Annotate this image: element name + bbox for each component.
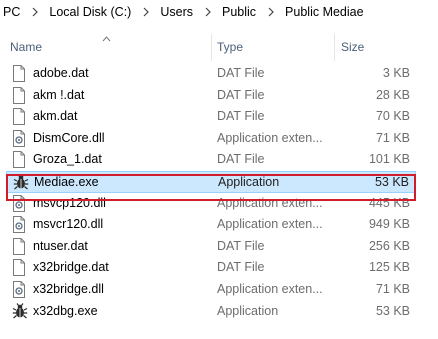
breadcrumb-item-public[interactable]: Public [222,5,256,19]
file-size: 101 KB [368,152,410,167]
file-size: 70 KB [375,109,410,124]
sort-ascending-icon [102,31,111,45]
column-headers: Name Type Size [0,31,438,61]
bug-app-icon [12,302,28,321]
file-type: DAT File [217,66,265,80]
column-header-size[interactable]: Size [341,40,364,54]
file-type: DAT File [217,238,265,253]
breadcrumb-item-pc[interactable]: PC [3,5,20,19]
chevron-right-icon[interactable] [268,7,274,17]
file-name[interactable]: akm !.dat [33,88,84,102]
file-type: Application [217,303,279,318]
file-size: 949 KB [368,217,410,232]
file-name[interactable]: x32bridge.dll [33,282,104,296]
file-icon [12,108,28,126]
file-row[interactable]: adobe.dat DAT File 3 KB [6,63,416,85]
file-icon [12,259,28,277]
column-header-type[interactable]: Type [217,40,243,54]
file-size: 125 KB [368,260,410,275]
file-name[interactable]: ntuser.dat [33,239,88,253]
chevron-right-icon[interactable] [143,7,150,17]
breadcrumb: PC Local Disk (C:) Users Public Public M… [0,0,438,24]
file-size: 71 KB [375,130,410,145]
dll-icon [12,281,28,299]
file-size: 256 KB [368,238,410,253]
file-name[interactable]: msvcr120.dll [33,217,103,231]
file-row[interactable]: Groza_1.dat DAT File 101 KB [6,149,416,171]
file-row[interactable]: x32bridge.dat DAT File 125 KB [6,257,416,279]
file-row[interactable]: msvcr120.dll Application exten... 949 KB [6,214,416,236]
chevron-right-icon[interactable] [205,7,211,17]
chevron-right-icon[interactable] [32,7,39,17]
dll-icon [12,216,28,234]
breadcrumb-item-public-mediae[interactable]: Public Mediae [285,5,364,19]
file-size: 28 KB [375,87,410,102]
file-type: DAT File [217,109,265,124]
file-type: DAT File [217,260,265,275]
file-size: 53 KB [375,303,410,318]
column-header-name[interactable]: Name [10,40,42,54]
file-row[interactable]: x32dbg.exe Application 53 KB [6,301,416,323]
annotation-highlight-box [6,174,416,201]
file-name[interactable]: akm.dat [33,109,77,123]
breadcrumb-item-users[interactable]: Users [160,5,193,19]
file-type: Application exten... [217,130,323,145]
column-divider[interactable] [334,34,335,61]
file-name[interactable]: x32dbg.exe [33,304,98,318]
file-size: 3 KB [382,66,410,80]
breadcrumb-item-local-disk[interactable]: Local Disk (C:) [49,5,131,19]
file-icon [12,65,28,83]
file-name[interactable]: adobe.dat [33,66,89,80]
file-name[interactable]: Groza_1.dat [33,152,102,166]
file-row[interactable]: x32bridge.dll Application exten... 71 KB [6,279,416,301]
file-icon [12,151,28,169]
file-row[interactable]: akm !.dat DAT File 28 KB [6,85,416,107]
file-name[interactable]: x32bridge.dat [33,260,109,274]
file-row[interactable]: ntuser.dat DAT File 256 KB [6,236,416,258]
file-type: DAT File [217,152,265,167]
file-row[interactable]: akm.dat DAT File 70 KB [6,106,416,128]
file-type: Application exten... [217,217,323,232]
file-icon [12,237,28,256]
file-icon [12,86,28,105]
file-row[interactable]: DismCore.dll Application exten... 71 KB [6,128,416,150]
file-type: DAT File [217,87,265,102]
file-size: 71 KB [375,282,410,296]
file-type: Application exten... [217,282,323,296]
dll-icon [12,129,28,148]
file-name[interactable]: DismCore.dll [33,131,105,145]
column-divider[interactable] [211,34,212,61]
